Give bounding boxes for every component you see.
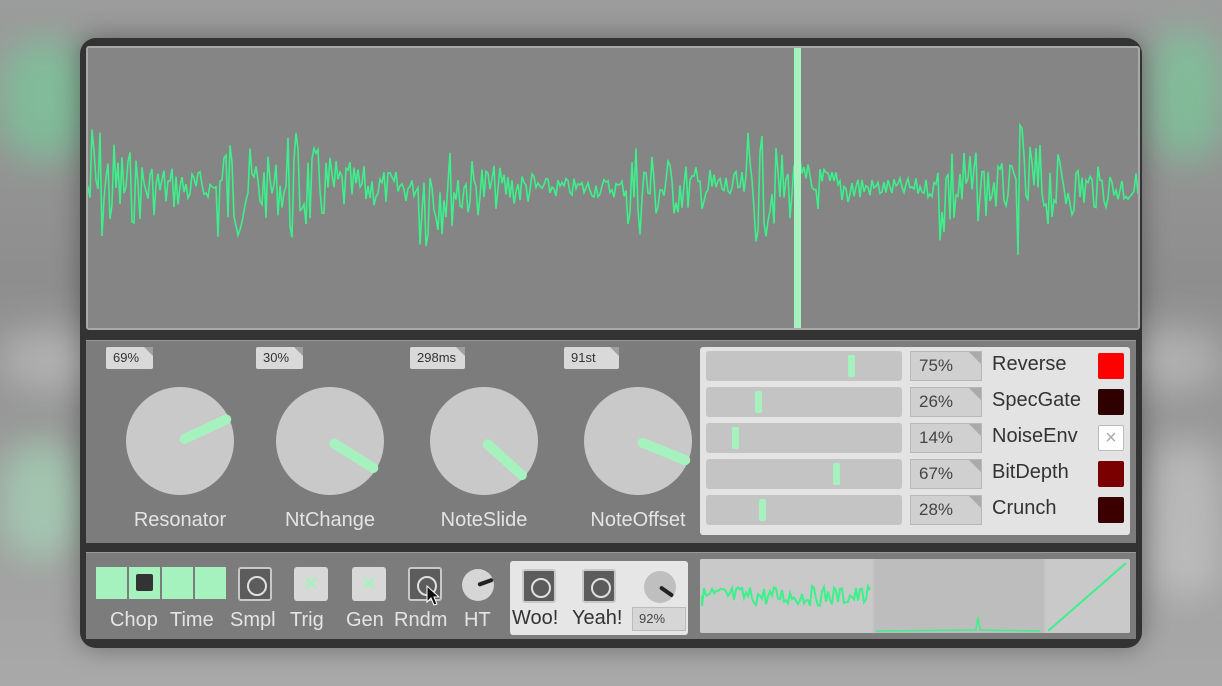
- slider-row-specgate: 26% SpecGate: [706, 387, 1126, 419]
- playhead[interactable]: [794, 48, 801, 328]
- scope-display: [700, 559, 1130, 633]
- knob-pointer: [480, 437, 529, 483]
- knob-pointer: [636, 436, 692, 467]
- bitdepth-slider[interactable]: [706, 459, 902, 489]
- crunch-toggle[interactable]: [1098, 497, 1124, 523]
- crunch-label: Crunch: [992, 497, 1057, 519]
- slider-thumb[interactable]: [755, 391, 763, 413]
- trig-button[interactable]: ×: [294, 567, 328, 601]
- slider-thumb[interactable]: [832, 463, 840, 485]
- plugin-window: 69% Resonator 30% NtChange 298ms NoteSli…: [80, 38, 1142, 648]
- value-box[interactable]: 69%: [106, 347, 153, 369]
- gen-button[interactable]: ×: [352, 567, 386, 601]
- scope-pane-1[interactable]: [700, 559, 872, 633]
- reverse-value[interactable]: 75%: [910, 351, 982, 381]
- bitdepth-value[interactable]: 67%: [910, 459, 982, 489]
- woo-yeah-group: Woo! Yeah! 92%: [510, 561, 688, 635]
- noteoffset-knob[interactable]: [584, 387, 692, 495]
- mix-knob[interactable]: [644, 571, 676, 603]
- chop-cell-4[interactable]: [195, 567, 226, 599]
- knob-pointer: [177, 412, 233, 446]
- ntchange-knob[interactable]: [276, 387, 384, 495]
- slider-row-reverse: 75% Reverse: [706, 351, 1126, 383]
- chop-cell-1[interactable]: [96, 567, 127, 599]
- smpl-label: Smpl: [230, 609, 276, 631]
- specgate-label: SpecGate: [992, 389, 1081, 411]
- scope-pane-2[interactable]: [874, 559, 1044, 633]
- knob-panel: 69% Resonator 30% NtChange 298ms NoteSli…: [86, 340, 1136, 543]
- knob-block-ntchange: 30% NtChange: [256, 341, 406, 541]
- noiseenv-label: NoiseEnv: [992, 425, 1078, 447]
- specgate-value[interactable]: 26%: [910, 387, 982, 417]
- knob-label: NoteSlide: [440, 509, 528, 531]
- chop-label: Chop: [110, 609, 158, 631]
- crunch-value[interactable]: 28%: [910, 495, 982, 525]
- close-icon: ×: [1105, 427, 1117, 449]
- close-icon: ×: [361, 570, 376, 597]
- circle-icon: [247, 576, 267, 596]
- chop-cell-3[interactable]: [162, 567, 193, 599]
- resonator-knob[interactable]: [126, 387, 234, 495]
- bitdepth-label: BitDepth: [992, 461, 1069, 483]
- mouse-cursor-icon: [426, 585, 440, 606]
- bitdepth-toggle[interactable]: [1098, 461, 1124, 487]
- slider-thumb[interactable]: [847, 355, 855, 377]
- reverse-toggle[interactable]: [1098, 353, 1124, 379]
- circle-icon: [591, 578, 611, 598]
- knob-label: NoteOffset: [590, 509, 686, 531]
- slider-thumb[interactable]: [758, 499, 766, 521]
- circle-icon: [531, 578, 551, 598]
- time-label: Time: [170, 609, 214, 631]
- specgate-slider[interactable]: [706, 387, 902, 417]
- noiseenv-slider[interactable]: [706, 423, 902, 453]
- value-box[interactable]: 30%: [256, 347, 303, 369]
- crunch-slider[interactable]: [706, 495, 902, 525]
- yeah-label: Yeah!: [572, 607, 623, 629]
- mix-value[interactable]: 92%: [632, 607, 686, 631]
- smpl-button[interactable]: [238, 567, 272, 601]
- knob-pointer: [477, 577, 494, 587]
- knob-block-noteoffset: 91st NoteOffset: [564, 341, 714, 541]
- ht-knob[interactable]: [462, 569, 494, 601]
- value-box[interactable]: 91st: [564, 347, 619, 369]
- chop-cell-2[interactable]: [129, 567, 160, 599]
- close-icon: ×: [303, 570, 318, 597]
- reverse-label: Reverse: [992, 353, 1067, 375]
- waveform-display[interactable]: [86, 46, 1140, 330]
- bottom-controls: Chop Time Smpl × Trig × Gen Rndm HT Woo!…: [86, 552, 1136, 639]
- ht-label: HT: [464, 609, 491, 631]
- noiseenv-value[interactable]: 14%: [910, 423, 982, 453]
- slider-thumb[interactable]: [732, 427, 740, 449]
- knob-block-noteslide: 298ms NoteSlide: [410, 341, 560, 541]
- slider-row-crunch: 28% Crunch: [706, 495, 1126, 527]
- effect-slider-group: 75% Reverse 26% SpecGate 14% NoiseEnv × …: [700, 347, 1130, 535]
- slider-row-bitdepth: 67% BitDepth: [706, 459, 1126, 491]
- value-box[interactable]: 298ms: [410, 347, 465, 369]
- reverse-slider[interactable]: [706, 351, 902, 381]
- knob-label: NtChange: [284, 509, 376, 531]
- specgate-toggle[interactable]: [1098, 389, 1124, 415]
- knob-block-resonator: 69% Resonator: [106, 341, 256, 541]
- gen-label: Gen: [346, 609, 384, 631]
- noteslide-knob[interactable]: [430, 387, 538, 495]
- waveform-trace: [88, 122, 1138, 255]
- chop-cell-selected-marker: [136, 574, 153, 591]
- knob-label: Resonator: [133, 509, 227, 531]
- trig-label: Trig: [290, 609, 324, 631]
- woo-label: Woo!: [512, 607, 559, 629]
- woo-button[interactable]: [522, 569, 556, 603]
- scope-svg: [700, 559, 1130, 633]
- noiseenv-toggle[interactable]: ×: [1098, 425, 1124, 451]
- yeah-button[interactable]: [582, 569, 616, 603]
- waveform-svg: [88, 48, 1138, 328]
- knob-pointer: [327, 436, 381, 475]
- knob-pointer: [658, 585, 675, 598]
- rndm-label: Rndm: [394, 609, 448, 631]
- slider-row-noiseenv: 14% NoiseEnv ×: [706, 423, 1126, 455]
